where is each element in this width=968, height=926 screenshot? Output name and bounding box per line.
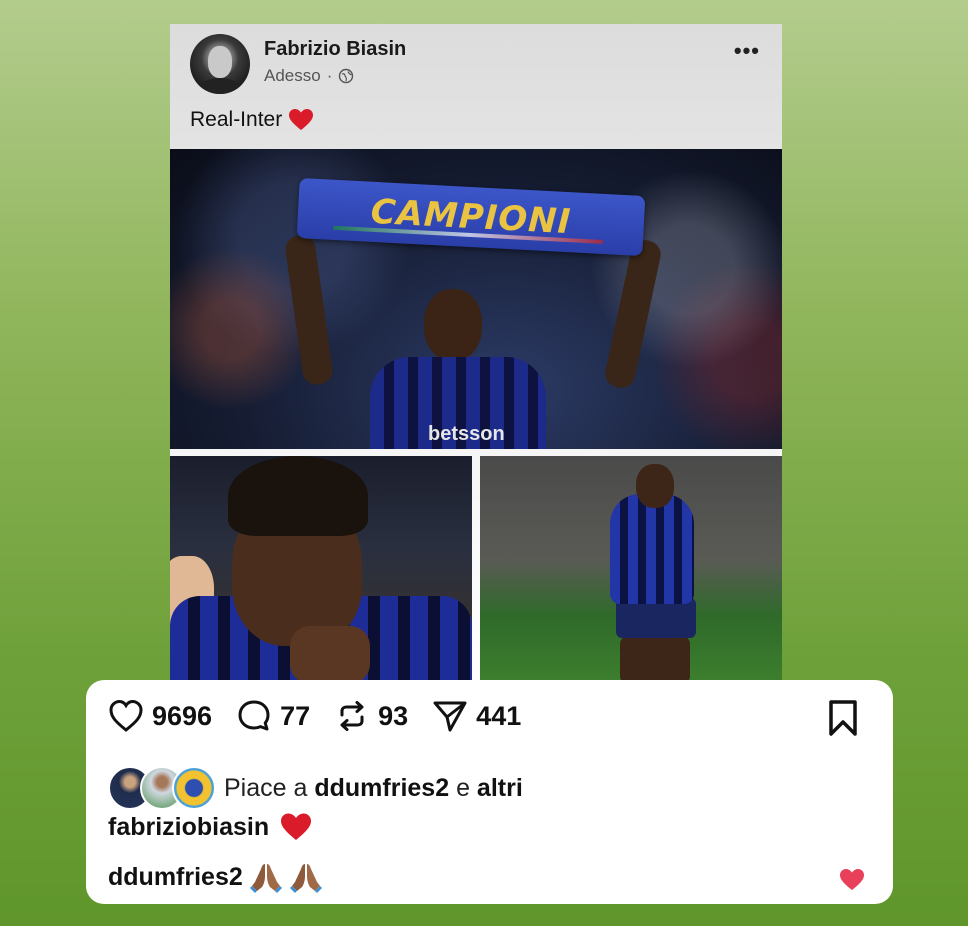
post-meta: Adesso · <box>264 66 354 86</box>
liked-by-avatars <box>108 766 216 810</box>
author-name[interactable]: Fabrizio Biasin <box>264 38 406 61</box>
red-heart-icon <box>281 813 312 840</box>
bottom-right-photo[interactable] <box>480 456 782 684</box>
player-hair <box>228 456 368 536</box>
share-button[interactable]: 441 <box>432 698 521 734</box>
comment-like-heart-icon[interactable] <box>839 868 865 892</box>
red-heart-icon <box>289 109 314 130</box>
repost-icon <box>340 701 364 731</box>
comment-username[interactable]: fabriziobiasin <box>108 813 269 842</box>
comment-bubble-icon <box>238 700 270 731</box>
post-text: Real-Inter <box>190 108 314 132</box>
player-head <box>636 464 674 508</box>
player-legs <box>620 636 690 684</box>
liked-by-row[interactable]: Piace a ddumfries2 e altri <box>108 766 523 810</box>
avatar-shoulders <box>196 78 244 94</box>
bookmark-icon[interactable] <box>823 698 863 738</box>
comment-username[interactable]: ddumfries2 <box>108 863 243 892</box>
liked-by-user[interactable]: ddumfries2 <box>314 774 449 802</box>
liked-by-text: Piace a ddumfries2 e altri <box>224 774 523 803</box>
comment-row: ddumfries2 <box>108 860 323 894</box>
action-panel: 9696 77 93 441 Piace a ddumfries2 e altr… <box>86 680 893 904</box>
liked-by-others[interactable]: altri <box>477 774 523 802</box>
folded-hands-icon <box>289 864 322 893</box>
comments-count: 77 <box>280 700 311 731</box>
more-options-icon[interactable]: ••• <box>734 38 760 64</box>
player-head <box>424 289 482 361</box>
reposts-count: 93 <box>378 700 409 731</box>
globe-icon <box>339 68 354 84</box>
liked-by-prefix: Piace a <box>224 773 308 802</box>
likes-count: 9696 <box>152 700 213 731</box>
shirt-sponsor: betsson <box>428 423 505 445</box>
post-card: Fabrizio Biasin Adesso · ••• Real-Inter … <box>170 24 782 684</box>
shares-count: 441 <box>476 700 522 731</box>
player-shorts <box>616 598 696 638</box>
send-icon <box>433 701 467 732</box>
avatar <box>172 766 216 810</box>
post-text-content: Real-Inter <box>190 108 283 131</box>
actions-row: 9696 77 93 441 <box>108 696 545 736</box>
comment-row: fabriziobiasin <box>108 812 313 842</box>
meta-separator: · <box>326 66 333 85</box>
main-photo[interactable]: CAMPIONI betsson <box>170 149 782 449</box>
player-body <box>610 494 694 604</box>
folded-hands-icon <box>249 864 282 893</box>
bottom-left-photo[interactable] <box>170 456 472 684</box>
post-time: Adesso <box>264 66 321 85</box>
post-header: Fabrizio Biasin Adesso · ••• Real-Inter <box>170 24 782 149</box>
liked-by-conjunction: e <box>456 773 470 802</box>
avatar-face <box>208 46 232 78</box>
comment-button[interactable]: 77 <box>236 698 310 734</box>
repost-button[interactable]: 93 <box>334 698 408 734</box>
player-hands <box>290 626 370 684</box>
author-avatar[interactable] <box>190 34 250 94</box>
heart-outline-icon <box>109 699 143 732</box>
like-button[interactable]: 9696 <box>108 698 212 734</box>
